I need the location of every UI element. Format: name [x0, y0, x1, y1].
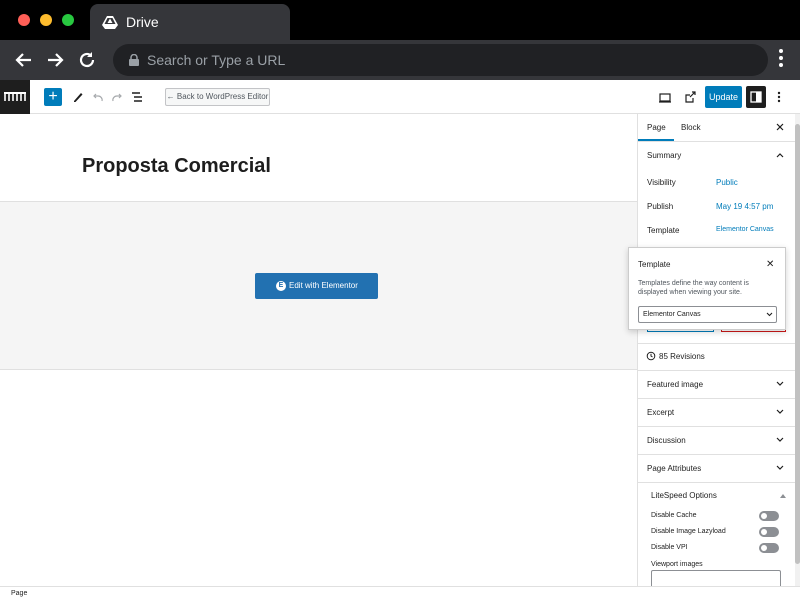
panel-excerpt[interactable]: Excerpt	[647, 408, 674, 417]
browser-tab[interactable]: Drive	[90, 4, 290, 40]
chevron-down-icon[interactable]	[776, 381, 784, 387]
visibility-label: Visibility	[647, 178, 676, 187]
caret-up-icon[interactable]	[780, 493, 786, 498]
breadcrumb[interactable]: Page	[11, 590, 27, 597]
external-link-icon[interactable]	[682, 88, 698, 106]
preview-desktop-icon[interactable]	[657, 88, 673, 106]
sidebar-scrollbar[interactable]	[795, 114, 800, 586]
tab-page[interactable]: Page	[647, 123, 666, 132]
close-window-button[interactable]	[18, 14, 30, 26]
publish-label: Publish	[647, 202, 674, 211]
chevron-down-icon	[766, 312, 773, 317]
options-menu-icon[interactable]	[771, 88, 787, 106]
page-title[interactable]: Proposta Comercial	[82, 155, 271, 178]
reload-icon[interactable]	[77, 50, 97, 70]
settings-toggle-button[interactable]	[746, 86, 766, 108]
summary-panel-title[interactable]: Summary	[647, 151, 681, 160]
tab-title: Drive	[126, 14, 159, 30]
chevron-down-icon[interactable]	[776, 465, 784, 471]
panel-page-attributes[interactable]: Page Attributes	[647, 464, 701, 473]
option-disable-image-lazyload-label: Disable Image Lazyload	[651, 528, 726, 535]
back-to-wordpress-editor-button[interactable]: ← Back to WordPress Editor	[165, 88, 270, 106]
template-select[interactable]: Elementor Canvas	[638, 306, 777, 323]
option-disable-vpi-label: Disable VPI	[651, 544, 688, 551]
template-value[interactable]: Elementor Canvas	[716, 226, 774, 233]
logo-icon	[4, 92, 26, 101]
panel-featured-image[interactable]: Featured image	[647, 380, 703, 389]
disable-vpi-toggle[interactable]	[759, 543, 779, 553]
edit-with-elementor-label: Edit with Elementor	[289, 281, 358, 290]
chevron-down-icon[interactable]	[776, 437, 784, 443]
minimize-window-button[interactable]	[40, 14, 52, 26]
undo-icon[interactable]	[90, 88, 106, 106]
scrollbar-thumb[interactable]	[795, 124, 800, 564]
divider	[638, 426, 795, 427]
revisions-icon	[646, 351, 656, 361]
option-disable-cache-label: Disable Cache	[651, 512, 697, 519]
chevron-down-icon[interactable]	[776, 409, 784, 415]
browser-menu-icon[interactable]	[778, 48, 784, 68]
update-button[interactable]: Update	[705, 86, 742, 108]
disable-cache-toggle[interactable]	[759, 511, 779, 521]
template-select-value: Elementor Canvas	[643, 311, 701, 318]
divider	[638, 454, 795, 455]
viewport-images-textarea[interactable]	[651, 570, 781, 586]
divider	[638, 370, 795, 371]
address-bar[interactable]: Search or Type a URL	[113, 44, 768, 76]
maximize-window-button[interactable]	[62, 14, 74, 26]
disable-image-lazyload-toggle[interactable]	[759, 527, 779, 537]
editor-canvas: Proposta Comercial E Edit with Elementor	[0, 114, 637, 586]
template-popover: Template ✕ Templates define the way cont…	[628, 247, 786, 330]
editor-header: + ← Back to WordPress Editor Update	[0, 80, 800, 114]
litespeed-options-title[interactable]: LiteSpeed Options	[651, 491, 717, 500]
divider	[638, 398, 795, 399]
chevron-up-icon[interactable]	[776, 152, 784, 158]
elementor-placeholder-area: E Edit with Elementor	[0, 201, 637, 370]
drive-icon	[102, 16, 118, 29]
back-arrow-icon[interactable]	[14, 50, 34, 70]
tab-block[interactable]: Block	[681, 123, 701, 132]
lock-icon	[129, 54, 139, 66]
pencil-icon[interactable]	[70, 88, 86, 106]
redo-icon[interactable]	[109, 88, 125, 106]
site-logo[interactable]	[0, 80, 30, 114]
divider	[638, 141, 795, 142]
sidebar-icon	[750, 91, 762, 103]
add-block-button[interactable]: +	[44, 88, 62, 106]
popover-title: Template	[638, 260, 671, 269]
panel-discussion[interactable]: Discussion	[647, 436, 686, 445]
publish-value[interactable]: May 19 4:57 pm	[716, 202, 773, 211]
revisions-link[interactable]: 85 Revisions	[659, 352, 705, 361]
edit-with-elementor-button[interactable]: E Edit with Elementor	[255, 273, 378, 299]
status-bar: Page	[0, 586, 800, 600]
list-view-icon[interactable]	[129, 88, 145, 106]
forward-arrow-icon[interactable]	[45, 50, 65, 70]
visibility-value[interactable]: Public	[716, 178, 738, 187]
elementor-icon: E	[276, 281, 286, 291]
template-label: Template	[647, 226, 680, 235]
close-icon[interactable]: ✕	[766, 259, 774, 270]
viewport-images-label: Viewport images	[651, 561, 703, 568]
browser-tabstrip: Drive	[0, 0, 800, 40]
settings-sidebar: Page Block Summary Visibility Public Pub…	[637, 114, 795, 586]
url-input[interactable]: Search or Type a URL	[147, 52, 285, 68]
divider	[638, 482, 795, 483]
popover-description: Templates define the way content is disp…	[638, 280, 749, 296]
divider	[638, 343, 795, 344]
close-icon[interactable]	[776, 123, 784, 131]
